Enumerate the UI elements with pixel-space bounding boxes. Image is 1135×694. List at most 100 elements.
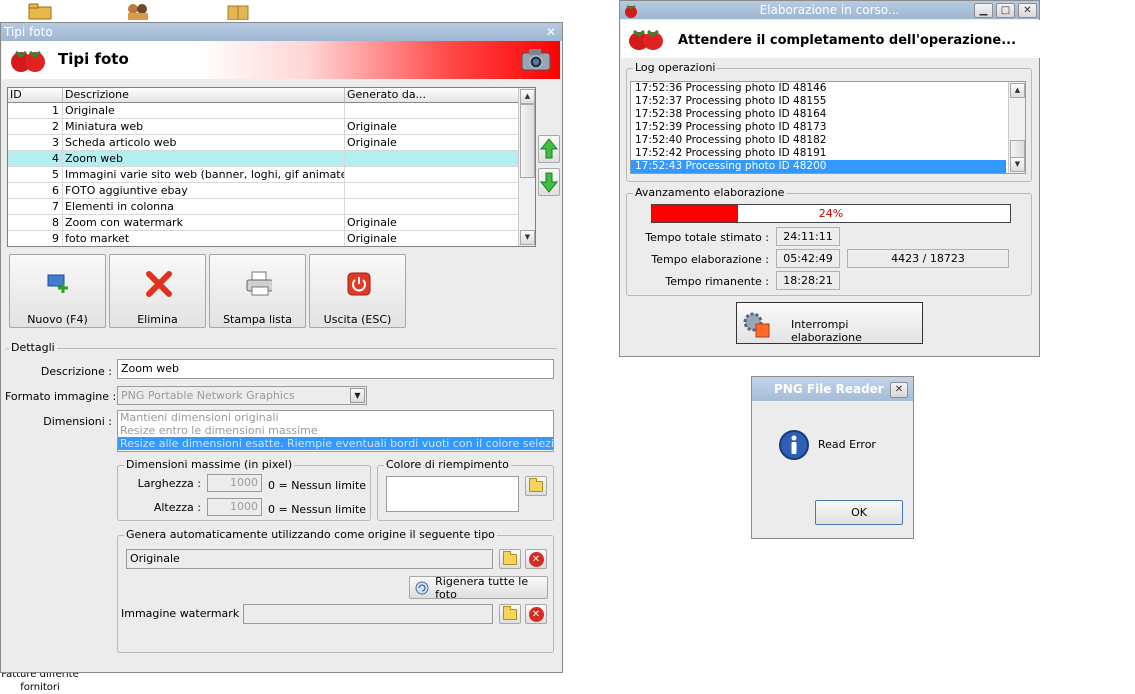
watermark-field[interactable] [243,604,493,624]
package-icon[interactable] [225,2,251,21]
scroll-up-icon[interactable]: ▲ [1010,83,1025,98]
minimize-icon[interactable]: ▁ [974,3,993,18]
cell-descrizione: Scheda articolo web [63,135,345,151]
log-line[interactable]: 17:52:36 Processing photo ID 48146 [631,82,1006,95]
scroll-up-icon[interactable]: ▲ [520,89,535,104]
table-row[interactable]: 6 FOTO aggiuntive ebay [8,183,519,199]
cell-generato [345,199,519,215]
log-line[interactable]: 17:52:40 Processing photo ID 48182 [631,134,1006,147]
column-header-descrizione[interactable]: Descrizione [63,88,345,103]
new-item-icon [47,274,68,293]
cell-id: 5 [8,167,63,183]
elimina-button[interactable]: Elimina [109,254,206,328]
ok-button[interactable]: OK [815,500,903,525]
cell-generato [345,103,519,119]
maximize-icon[interactable]: □ [996,3,1015,18]
grid-scrollbar[interactable]: ▲ ▼ [518,88,535,246]
altezza-hint: 0 = Nessun limite [268,503,367,516]
table-row[interactable]: 1 Originale [8,103,519,119]
scroll-thumb[interactable] [1010,140,1025,158]
larghezza-field[interactable]: 1000 [207,474,262,492]
dimensioni-option[interactable]: Resize entro le dimensioni massime [118,424,553,437]
tipi-foto-window: Tipi foto ✕ Tipi foto ID Descrizione Gen… [0,22,563,673]
stampa-label: Stampa lista [223,313,292,326]
uscita-label: Uscita (ESC) [323,313,392,326]
error-message: Read Error [818,438,876,451]
close-icon[interactable]: ✕ [546,23,556,41]
folder-icon [503,550,517,565]
log-line[interactable]: 17:52:39 Processing photo ID 48173 [631,121,1006,134]
move-down-button[interactable] [538,168,560,196]
watermark-browse-button[interactable] [499,604,521,624]
stampa-button[interactable]: Stampa lista [209,254,306,328]
tipi-foto-grid[interactable]: ID Descrizione Generato da... 1 Originale… [7,87,536,247]
cell-id: 6 [8,183,63,199]
window-title: Tipi foto [4,25,53,39]
column-header-id[interactable]: ID [8,88,63,103]
origine-field[interactable]: Originale [126,549,493,569]
log-line[interactable]: 17:52:43 Processing photo ID 48200 [631,160,1006,173]
table-row[interactable]: 2 Miniatura web Originale [8,119,519,135]
scroll-down-icon[interactable]: ▼ [520,230,535,245]
table-row[interactable]: 4 Zoom web [8,151,519,167]
log-list[interactable]: 17:52:36 Processing photo ID 48146 17:52:… [630,81,1026,174]
elaborazione-titlebar[interactable]: Elaborazione in corso... ▁ □ ✕ [620,1,1039,19]
log-scrollbar[interactable]: ▲ ▼ [1008,82,1025,173]
refresh-icon [415,581,429,594]
clear-icon: ✕ [528,606,544,622]
table-row[interactable]: 3 Scheda articolo web Originale [8,135,519,151]
colore-browse-button[interactable] [525,476,547,496]
interrompi-button[interactable]: Interrompi elaborazione [736,302,923,344]
printer-icon [246,271,272,296]
dimensioni-list[interactable]: Mantieni dimensioni originali Resize ent… [117,410,554,452]
watermark-clear-button[interactable]: ✕ [525,604,547,624]
cell-id: 9 [8,231,63,246]
scroll-thumb[interactable] [520,104,535,178]
table-row[interactable]: 9 foto market Originale [8,231,519,246]
log-line[interactable]: 17:52:37 Processing photo ID 48155 [631,95,1006,108]
strawberry-icon [11,50,45,72]
tempo-totale-value: 24:11:11 [776,227,840,246]
dimensioni-option[interactable]: Mantieni dimensioni originali [118,411,553,424]
altezza-field[interactable]: 1000 [207,498,262,516]
descrizione-field[interactable]: Zoom web [117,359,554,379]
table-row[interactable]: 8 Zoom con watermark Originale [8,215,519,231]
log-label: Log operazioni [633,61,718,74]
column-header-generato[interactable]: Generato da... [345,88,519,103]
colore-label: Colore di riempimento [384,458,511,471]
folder-icon [529,477,543,492]
nuovo-button[interactable]: Nuovo (F4) [9,254,106,328]
chevron-down-icon[interactable]: ▼ [350,388,365,403]
rigenera-button[interactable]: Rigenera tutte le foto [409,575,548,601]
formato-value: PNG Portable Network Graphics [121,389,295,402]
cell-id: 8 [8,215,63,231]
scroll-down-icon[interactable]: ▼ [1010,157,1025,172]
folder-icon[interactable] [27,2,53,20]
window-title: PNG File Reader [774,382,884,396]
cell-generato: Originale [345,231,519,246]
dimensioni-option-selected[interactable]: Resize alle dimensioni esatte. Riempie e… [118,437,553,450]
progress-bar: 24% [651,204,1011,223]
close-icon[interactable]: ✕ [890,382,908,398]
cell-generato: Originale [345,135,519,151]
cell-id: 4 [8,151,63,167]
origine-browse-button[interactable] [499,549,521,569]
table-row[interactable]: 7 Elementi in colonna [8,199,519,215]
png-dialog-titlebar[interactable]: PNG File Reader ✕ [752,377,913,401]
log-line[interactable]: 17:52:38 Processing photo ID 48164 [631,108,1006,121]
uscita-button[interactable]: Uscita (ESC) [309,254,406,328]
tipi-foto-titlebar[interactable]: Tipi foto ✕ [1,23,562,41]
close-icon[interactable]: ✕ [1018,3,1037,18]
people-icon[interactable] [125,2,151,20]
table-row[interactable]: 5 Immagini varie sito web (banner, loghi,… [8,167,519,183]
move-up-button[interactable] [538,135,560,163]
cell-descrizione: Miniatura web [63,119,345,135]
formato-select[interactable]: PNG Portable Network Graphics ▼ [117,386,367,405]
cell-id: 3 [8,135,63,151]
watermark-label: Immagine watermark : [121,607,247,620]
elab-heading: Attendere il completamento dell'operazio… [678,33,1017,48]
tempo-elab-value: 05:42:49 [776,249,840,268]
log-line[interactable]: 17:52:42 Processing photo ID 48191 [631,147,1006,160]
colore-swatch[interactable] [386,476,519,512]
origine-clear-button[interactable]: ✕ [525,549,547,569]
